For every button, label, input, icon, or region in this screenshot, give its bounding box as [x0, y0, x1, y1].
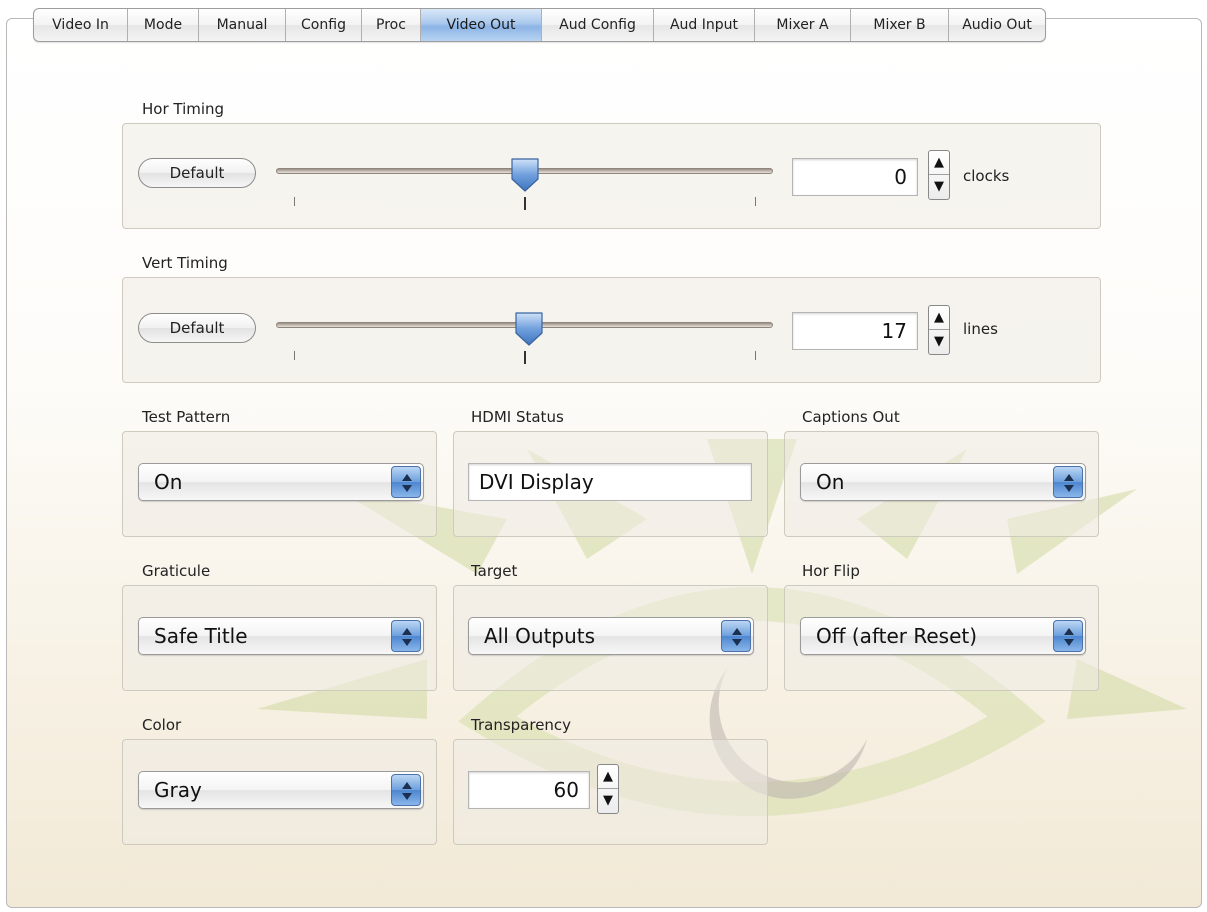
vert-timing-group	[122, 277, 1101, 383]
hor-timing-unit: clocks	[963, 167, 1010, 185]
graticule-value: Safe Title	[154, 624, 248, 648]
test-pattern-label: Test Pattern	[142, 408, 231, 426]
tab-proc[interactable]: Proc	[362, 9, 421, 41]
vert-timing-value-field[interactable]: 17	[792, 312, 918, 350]
tab-config[interactable]: Config	[286, 9, 362, 41]
hor-timing-group	[122, 123, 1101, 229]
hor-timing-value-field[interactable]: 0	[792, 158, 918, 196]
graticule-label: Graticule	[142, 562, 211, 580]
tab-video-in[interactable]: Video In	[34, 9, 128, 41]
popup-arrows-icon	[1053, 466, 1083, 498]
popup-arrows-icon	[1053, 620, 1083, 652]
vert-timing-unit: lines	[963, 320, 998, 338]
hor-timing-stepper[interactable]: ▲ ▼	[928, 150, 950, 200]
tab-mode[interactable]: Mode	[128, 9, 199, 41]
test-pattern-value: On	[154, 470, 183, 494]
stepper-up-icon[interactable]: ▲	[929, 306, 949, 330]
captions-out-label: Captions Out	[802, 408, 900, 426]
test-pattern-select[interactable]: On	[138, 463, 424, 501]
popup-arrows-icon	[721, 620, 751, 652]
vert-timing-label: Vert Timing	[142, 254, 228, 272]
hor-timing-tick-center	[524, 197, 526, 210]
tab-video-out[interactable]: Video Out	[421, 9, 542, 41]
target-value: All Outputs	[484, 624, 596, 648]
hor-timing-slider-knob[interactable]	[510, 157, 540, 193]
hor-flip-label: Hor Flip	[802, 562, 860, 580]
hdmi-status-label: HDMI Status	[471, 408, 564, 426]
popup-arrows-icon	[391, 774, 421, 806]
color-label: Color	[142, 716, 182, 734]
hor-flip-select[interactable]: Off (after Reset)	[800, 617, 1086, 655]
vert-timing-slider-knob[interactable]	[514, 311, 544, 347]
transparency-stepper[interactable]: ▲ ▼	[597, 764, 619, 814]
stepper-up-icon[interactable]: ▲	[598, 765, 618, 789]
tab-aud-config[interactable]: Aud Config	[542, 9, 654, 41]
captions-out-value: On	[816, 470, 845, 494]
hor-timing-label: Hor Timing	[142, 100, 225, 118]
stepper-down-icon[interactable]: ▼	[598, 789, 618, 813]
transparency-value-field[interactable]: 60	[468, 771, 590, 809]
tab-manual[interactable]: Manual	[199, 9, 286, 41]
popup-arrows-icon	[391, 620, 421, 652]
tab-mixer-b[interactable]: Mixer B	[851, 9, 949, 41]
vert-timing-stepper[interactable]: ▲ ▼	[928, 305, 950, 355]
hor-timing-tick-max	[755, 197, 756, 206]
tab-bar: Video In Mode Manual Config Proc Video O…	[33, 8, 1046, 42]
transparency-label: Transparency	[471, 716, 572, 734]
hor-flip-value: Off (after Reset)	[816, 624, 978, 648]
hor-timing-default-button[interactable]: Default	[138, 158, 256, 188]
stepper-up-icon[interactable]: ▲	[929, 151, 949, 175]
tab-audio-out[interactable]: Audio Out	[949, 9, 1045, 41]
vert-timing-tick-max	[755, 351, 756, 360]
hdmi-status-field: DVI Display	[468, 463, 752, 501]
vert-timing-default-button[interactable]: Default	[138, 313, 256, 343]
tab-aud-input[interactable]: Aud Input	[654, 9, 755, 41]
target-select[interactable]: All Outputs	[468, 617, 754, 655]
target-label: Target	[471, 562, 518, 580]
color-select[interactable]: Gray	[138, 771, 424, 809]
captions-out-select[interactable]: On	[800, 463, 1086, 501]
stepper-down-icon[interactable]: ▼	[929, 330, 949, 354]
vert-timing-tick-center	[524, 351, 526, 364]
color-value: Gray	[154, 778, 202, 802]
tab-mixer-a[interactable]: Mixer A	[755, 9, 851, 41]
graticule-select[interactable]: Safe Title	[138, 617, 424, 655]
hor-timing-tick-min	[294, 197, 295, 206]
stepper-down-icon[interactable]: ▼	[929, 175, 949, 199]
popup-arrows-icon	[391, 466, 421, 498]
vert-timing-tick-min	[294, 351, 295, 360]
